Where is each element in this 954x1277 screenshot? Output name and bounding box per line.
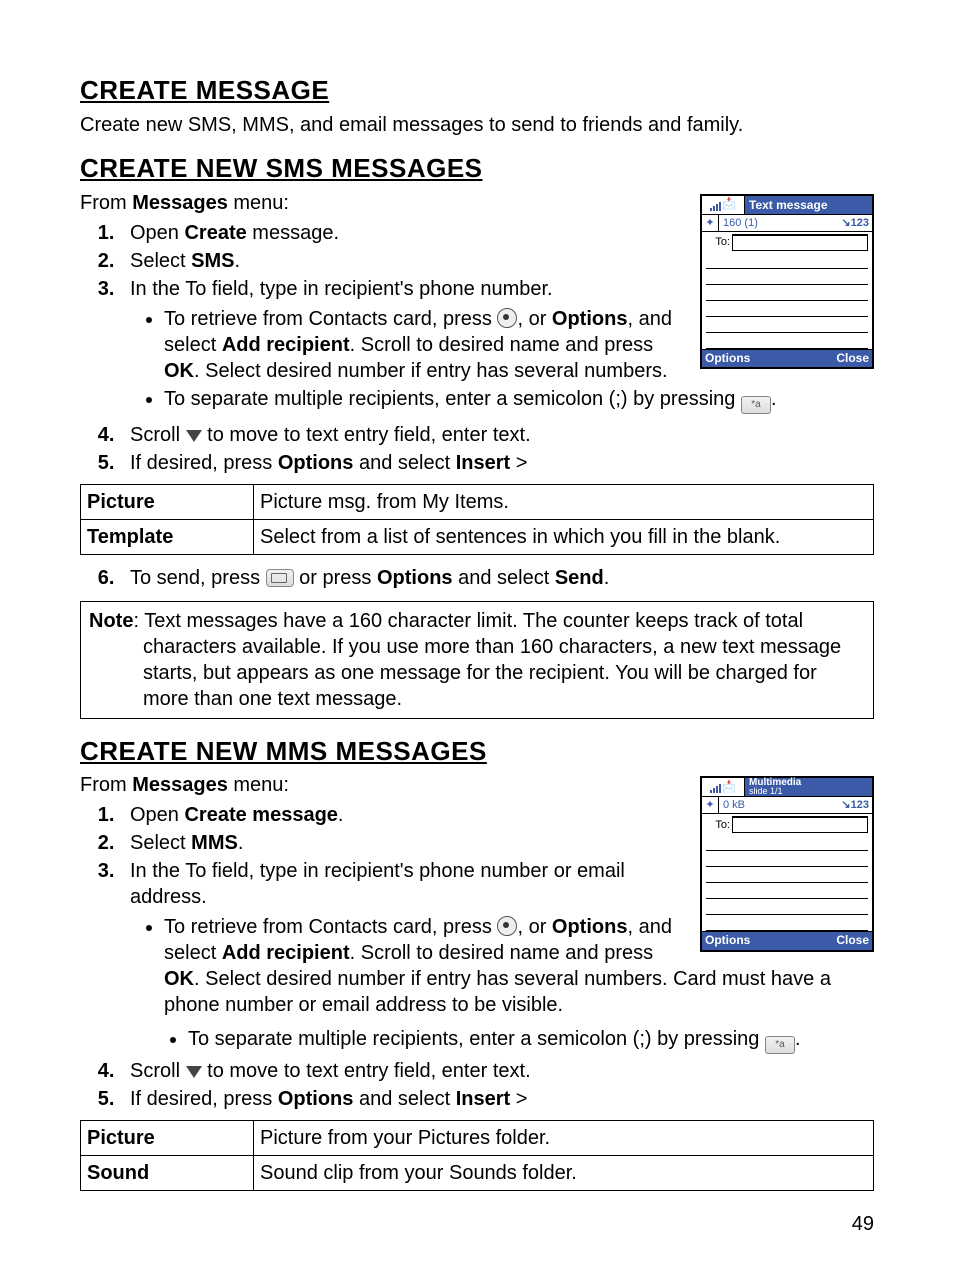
- mms-insert-table: PicturePicture from your Pictures folder…: [80, 1120, 874, 1191]
- center-key-icon: [497, 308, 517, 328]
- phone-sms-softkey-close: Close: [787, 350, 872, 368]
- phone-sms-title: Text message: [745, 196, 872, 214]
- heading-create-mms: CREATE NEW MMS MESSAGES: [80, 735, 874, 769]
- sms-insert-table: PicturePicture msg. from My Items. Templ…: [80, 484, 874, 555]
- phone-sms-mode: ↘123: [829, 215, 872, 231]
- phone-mms-softkey-close: Close: [787, 932, 872, 950]
- phone-sms-counter: 160 (1): [719, 215, 829, 231]
- phone-sms-to-label: To:: [706, 235, 732, 249]
- phone-screenshot-mms: 📩 Multimedia slide 1/1 ✦ 0 kB ↘123 To: O…: [700, 776, 874, 952]
- page-number: 49: [80, 1211, 874, 1237]
- star-key-icon: *a: [741, 396, 771, 414]
- phone-mms-size: 0 kB: [719, 797, 829, 813]
- intro-text: Create new SMS, MMS, and email messages …: [80, 112, 874, 138]
- heading-create-message: CREATE MESSAGE: [80, 74, 874, 108]
- send-key-icon: [266, 569, 294, 587]
- phone-mms-to-label: To:: [706, 818, 732, 832]
- phone-sms-softkey-options: Options: [702, 350, 787, 368]
- sms-step-6: To send, press or press Options and sele…: [80, 565, 874, 591]
- phone-mms-subtitle: slide 1/1: [749, 787, 872, 796]
- phone-mms-mode: ↘123: [829, 797, 872, 813]
- heading-create-sms: CREATE NEW SMS MESSAGES: [80, 152, 874, 186]
- sms-note-box: Note: Text messages have a 160 character…: [80, 601, 874, 719]
- mms-steps-4-5: Scroll to move to text entry field, ente…: [80, 1058, 874, 1112]
- phone-mms-softkey-options: Options: [702, 932, 787, 950]
- star-key-icon: *a: [765, 1036, 795, 1054]
- down-arrow-icon: [186, 430, 202, 442]
- down-arrow-icon: [186, 1066, 202, 1078]
- sms-steps-4-5: Scroll to move to text entry field, ente…: [80, 422, 874, 476]
- mms-step3-bullet2: To separate multiple recipients, enter a…: [80, 1026, 874, 1054]
- center-key-icon: [497, 916, 517, 936]
- phone-screenshot-sms: 📩 Text message ✦ 160 (1) ↘123 To: Option…: [700, 194, 874, 370]
